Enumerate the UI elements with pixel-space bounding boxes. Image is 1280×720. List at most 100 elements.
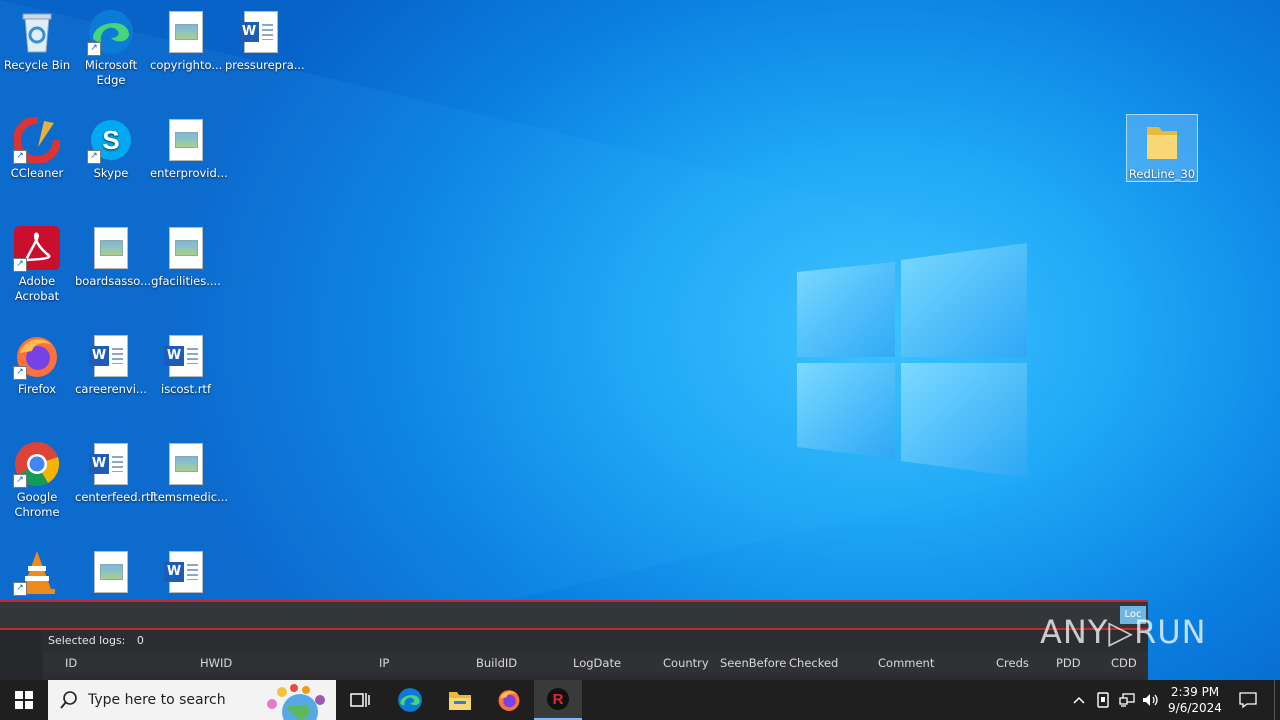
column-header-country[interactable]: Country (663, 656, 709, 670)
task-view-button[interactable] (340, 680, 380, 720)
desktop-icon-image-file[interactable] (75, 542, 147, 598)
taskbar-search-box[interactable]: Type here to search (48, 680, 336, 720)
icon-label: enterprovid... (150, 166, 228, 180)
redline-log-panel[interactable]: Loc Selected logs: 0 ID HWID IP BuildID … (0, 600, 1148, 682)
icon-label: Google Chrome (14, 490, 60, 519)
icon-label: iscost.rtf (161, 382, 211, 396)
svg-text:S: S (102, 125, 119, 155)
device-icon (1097, 692, 1109, 708)
selected-logs-label: Selected logs: (48, 634, 126, 647)
notification-icon (1239, 692, 1257, 709)
shortcut-arrow-icon: ↗ (13, 474, 27, 488)
desktop-icon-skype[interactable]: S ↗ Skype (75, 110, 147, 181)
word-document-icon: W (237, 8, 285, 56)
desktop-icon-word-file[interactable]: W (150, 542, 222, 598)
desktop-icon-redline-folder[interactable]: RedLine_30 (1126, 114, 1198, 182)
redline-app-icon: R (547, 688, 569, 710)
desktop-icon-firefox[interactable]: ↗ Firefox (1, 326, 73, 397)
adobe-acrobat-icon: ↗ (13, 224, 61, 272)
shortcut-arrow-icon: ↗ (87, 150, 101, 164)
icon-label: RedLine_30 (1128, 167, 1196, 181)
column-header-ip[interactable]: IP (379, 656, 389, 670)
icon-label: Adobe Acrobat (14, 274, 60, 303)
svg-text:R: R (553, 691, 564, 708)
firefox-icon: ↗ (13, 332, 61, 380)
shortcut-arrow-icon: ↗ (87, 42, 101, 56)
desktop-icon-boardsasso[interactable]: boardsasso... (75, 218, 152, 289)
search-icon (60, 691, 77, 709)
column-header-seenbefore[interactable]: SeenBefore (720, 656, 786, 670)
column-header-checked[interactable]: Checked (789, 656, 838, 670)
desktop-icon-microsoft-edge[interactable]: ↗ Microsoft Edge (75, 2, 147, 88)
column-header-id[interactable]: ID (65, 656, 77, 670)
column-header-hwid[interactable]: HWID (200, 656, 232, 670)
image-file-icon (162, 440, 210, 488)
firefox-icon (498, 690, 520, 711)
taskbar-redline-button[interactable]: R (534, 680, 582, 720)
image-file-icon (162, 116, 210, 164)
clock-date: 9/6/2024 (1168, 701, 1222, 715)
desktop-icon-ccleaner[interactable]: ↗ CCleaner (1, 110, 73, 181)
task-view-icon (350, 693, 370, 707)
tray-volume-button[interactable] (1140, 680, 1162, 720)
taskbar-file-explorer-button[interactable] (436, 680, 484, 720)
image-file-icon (87, 548, 135, 596)
icon-label: Firefox (17, 382, 57, 396)
column-header-creds[interactable]: Creds (996, 656, 1029, 670)
log-table-header: ID HWID IP BuildID LogDate Country SeenB… (44, 653, 1148, 673)
recycle-bin-icon (13, 8, 61, 56)
desktop-icon-google-chrome[interactable]: ↗ Google Chrome (1, 434, 73, 520)
search-highlight-globe-icon (267, 684, 325, 720)
column-header-cdd[interactable]: CDD (1111, 656, 1137, 670)
icon-label: copyrighto... (150, 58, 223, 72)
icon-label: centerfeed.rtf (75, 490, 155, 504)
desktop-icon-enterprovid[interactable]: enterprovid... (150, 110, 228, 181)
selected-logs-counter: Selected logs: 0 (48, 634, 144, 647)
desktop-icon-gfacilities[interactable]: gfacilities.... (150, 218, 222, 289)
edge-icon: ↗ (87, 8, 135, 56)
search-placeholder: Type here to search (88, 692, 226, 708)
skype-icon: S ↗ (87, 116, 135, 164)
desktop-icon-iscost[interactable]: W iscost.rtf (150, 326, 222, 397)
clock-time: 2:39 PM (1170, 685, 1220, 699)
column-header-buildid[interactable]: BuildID (476, 656, 517, 670)
word-document-icon: W (87, 440, 135, 488)
icon-label: CCleaner (10, 166, 64, 180)
taskbar-clock[interactable]: 2:39 PM 9/6/2024 (1164, 680, 1226, 720)
icon-label: Skype (93, 166, 129, 180)
desktop-icon-recycle-bin[interactable]: Recycle Bin (1, 2, 73, 73)
ccleaner-icon: ↗ (13, 116, 61, 164)
desktop-icon-careerenvi[interactable]: W careerenvi... (75, 326, 147, 397)
tray-device-button[interactable] (1092, 680, 1114, 720)
anyrun-watermark: ANY▷RUN (1040, 613, 1207, 651)
tray-network-button[interactable] (1116, 680, 1138, 720)
taskbar-edge-button[interactable] (386, 680, 434, 720)
chrome-icon: ↗ (13, 440, 61, 488)
show-desktop-button[interactable] (1274, 680, 1280, 720)
desktop-icon-vlc[interactable]: ↗ (1, 542, 73, 598)
icon-label: boardsasso... (75, 274, 152, 288)
word-document-icon: W (87, 332, 135, 380)
icon-label: careerenvi... (75, 382, 147, 396)
shortcut-arrow-icon: ↗ (13, 258, 27, 272)
taskbar-firefox-button[interactable] (485, 680, 533, 720)
column-header-comment[interactable]: Comment (878, 656, 934, 670)
action-center-button[interactable] (1230, 680, 1266, 720)
desktop-icon-centerfeed[interactable]: W centerfeed.rtf (75, 434, 155, 505)
panel-left-gutter (0, 630, 42, 682)
shortcut-arrow-icon: ↗ (13, 366, 27, 380)
column-header-logdate[interactable]: LogDate (573, 656, 621, 670)
desktop-icon-adobe-acrobat[interactable]: ↗ Adobe Acrobat (1, 218, 73, 304)
vlc-cone-icon: ↗ (13, 548, 61, 596)
desktop-icon-pressurepra[interactable]: W pressurepra... (225, 2, 305, 73)
desktop-icon-itemsmedic[interactable]: itemsmedic... (150, 434, 228, 505)
show-hidden-icons-button[interactable] (1068, 680, 1090, 720)
image-file-icon (87, 224, 135, 272)
shortcut-arrow-icon: ↗ (13, 582, 27, 596)
desktop-icon-copyrighto[interactable]: copyrighto... (150, 2, 222, 73)
file-explorer-icon (449, 692, 471, 710)
column-header-pdd[interactable]: PDD (1056, 656, 1081, 670)
icon-label: pressurepra... (225, 58, 305, 72)
folder-icon (1138, 117, 1186, 165)
start-button[interactable] (0, 680, 48, 720)
